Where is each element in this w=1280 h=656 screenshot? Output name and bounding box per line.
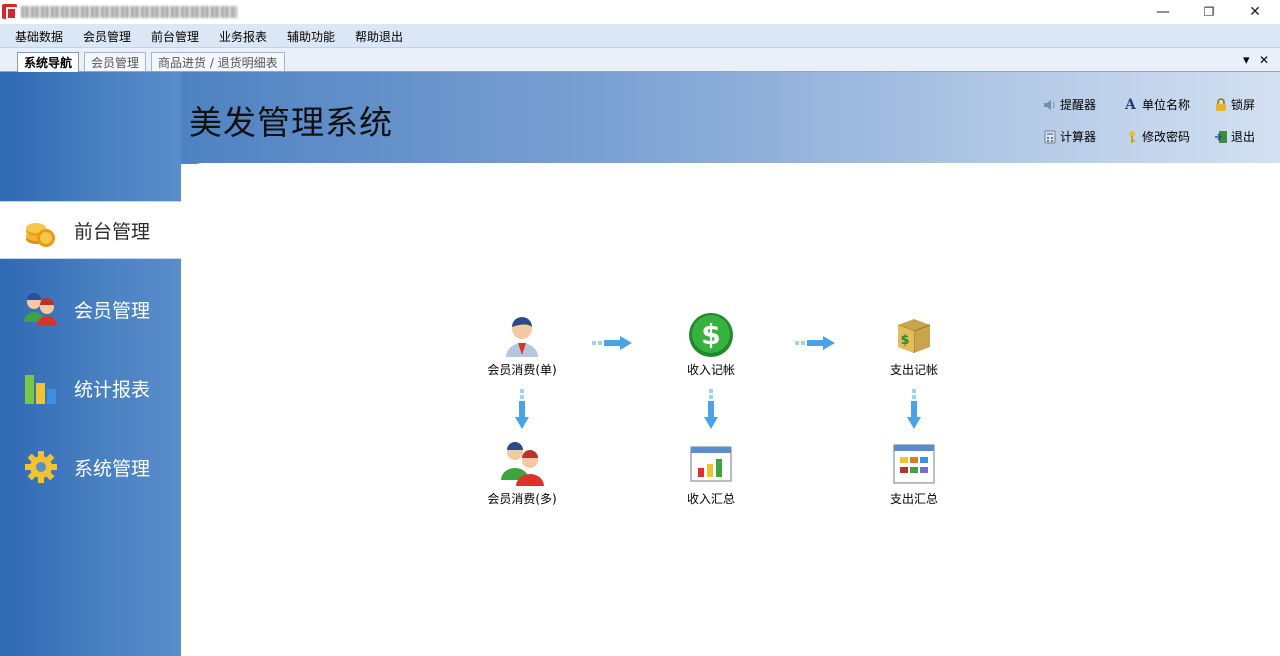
flow-node-income-entry[interactable]: $ 收入记帐 <box>651 311 771 378</box>
app-icon <box>2 4 17 20</box>
font-a-icon: A <box>1125 96 1136 113</box>
flow-node-label: 支出记帐 <box>889 363 938 377</box>
close-button[interactable]: ✕ <box>1232 0 1278 24</box>
menu-bar: 基础数据 会员管理 前台管理 业务报表 辅助功能 帮助退出 <box>0 24 1280 48</box>
tab-strip: 系统导航 会员管理 商品进货 / 退货明细表 ▾ ✕ <box>0 48 1280 72</box>
flow-node-label: 收入记帐 <box>686 363 735 377</box>
exit-door-icon <box>1214 130 1228 144</box>
svg-text:$: $ <box>701 318 720 351</box>
key-icon <box>1125 130 1139 144</box>
flow-arrow-right <box>592 336 632 350</box>
minimize-button[interactable]: — <box>1140 0 1186 24</box>
flow-node-label: 支出汇总 <box>889 492 938 506</box>
flow-node-income-summary[interactable]: 收入汇总 <box>651 440 771 507</box>
flow-node-member-multi[interactable]: 会员消费(多) <box>462 440 582 507</box>
exit-tool[interactable]: 退出 <box>1214 128 1255 145</box>
unit-name-tool[interactable]: A 单位名称 <box>1125 96 1190 113</box>
sidebar-item-label: 前台管理 <box>74 220 151 243</box>
flow-arrow-down <box>704 389 718 429</box>
sidebar-item-label: 会员管理 <box>74 299 151 322</box>
flow-node-label: 会员消费(多) <box>487 492 557 506</box>
reminder-tool[interactable]: 提醒器 <box>1043 96 1096 113</box>
menu-help-exit[interactable]: 帮助退出 <box>355 28 403 45</box>
reminder-label: 提醒器 <box>1060 98 1097 112</box>
menu-basic-data[interactable]: 基础数据 <box>15 28 63 45</box>
calculator-label: 计算器 <box>1060 130 1097 144</box>
sidebar-item-system[interactable]: 系统管理 <box>0 438 181 496</box>
lock-icon <box>1214 97 1228 112</box>
page-title: 美发管理系统 <box>189 103 393 142</box>
window-title-blurred <box>21 6 237 18</box>
income-summary-icon <box>687 440 735 488</box>
bar-chart-icon <box>22 369 60 407</box>
speaker-icon <box>1043 98 1057 112</box>
menu-reports[interactable]: 业务报表 <box>219 28 267 45</box>
dollar-icon: $ <box>687 311 735 359</box>
svg-text:$: $ <box>900 333 909 348</box>
sidebar-item-front-desk[interactable]: 前台管理 <box>0 201 181 259</box>
title-bar: — ❐ ✕ <box>0 0 1280 24</box>
flow-node-expense-entry[interactable]: $ 支出记帐 <box>854 311 974 378</box>
menu-front-desk[interactable]: 前台管理 <box>151 28 199 45</box>
calculator-tool[interactable]: 计算器 <box>1043 128 1096 145</box>
flow-arrow-down <box>907 389 921 429</box>
tab-system-nav[interactable]: 系统导航 <box>17 52 80 72</box>
tab-goods-detail[interactable]: 商品进货 / 退货明细表 <box>151 52 285 71</box>
member-icon <box>498 311 546 359</box>
flow-arrow-down <box>515 389 529 429</box>
sidebar-item-members[interactable]: 会员管理 <box>0 280 181 338</box>
flow-node-member-single[interactable]: 会员消费(单) <box>462 311 582 378</box>
unit-name-label: 单位名称 <box>1142 98 1191 112</box>
change-password-tool[interactable]: 修改密码 <box>1125 128 1190 145</box>
exit-label: 退出 <box>1231 130 1256 144</box>
sidebar-item-label: 统计报表 <box>74 378 151 401</box>
coins-icon <box>22 211 60 249</box>
tab-member-mgmt[interactable]: 会员管理 <box>84 52 147 71</box>
change-password-label: 修改密码 <box>1142 130 1191 144</box>
flow-node-expense-summary[interactable]: 支出汇总 <box>854 440 974 507</box>
tab-dropdown-icon[interactable]: ▾ <box>1243 53 1250 68</box>
members-icon <box>498 440 546 488</box>
money-box-icon: $ <box>890 311 938 359</box>
flow-arrow-right <box>795 336 835 350</box>
expense-summary-icon <box>890 440 938 488</box>
lock-screen-tool[interactable]: 锁屏 <box>1214 96 1255 113</box>
menu-member-mgmt[interactable]: 会员管理 <box>83 28 131 45</box>
restore-button[interactable]: ❐ <box>1186 0 1232 24</box>
tab-close-icon[interactable]: ✕ <box>1259 53 1269 67</box>
content-area <box>181 163 1280 656</box>
sidebar-item-reports[interactable]: 统计报表 <box>0 359 181 417</box>
users-icon <box>22 290 60 328</box>
flow-node-label: 收入汇总 <box>686 492 735 506</box>
gear-icon <box>22 448 60 486</box>
sidebar-item-label: 系统管理 <box>74 457 151 480</box>
calculator-icon <box>1043 130 1057 144</box>
menu-auxiliary[interactable]: 辅助功能 <box>287 28 335 45</box>
flow-node-label: 会员消费(单) <box>487 363 557 377</box>
lock-screen-label: 锁屏 <box>1231 98 1256 112</box>
